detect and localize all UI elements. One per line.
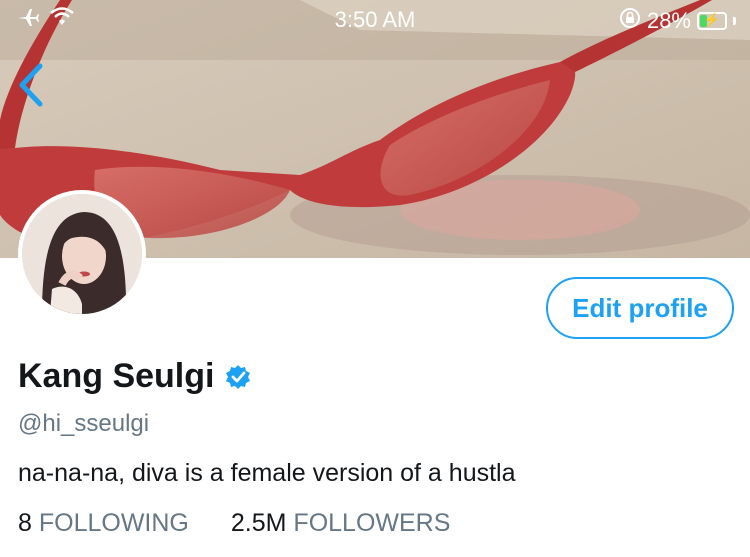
- followers-stat[interactable]: 2.5M FOLLOWERS: [231, 509, 451, 538]
- battery-percent: 28%: [646, 8, 691, 33]
- avatar-image: [22, 194, 142, 314]
- battery-icon: ⚡: [697, 12, 727, 30]
- profile-handle: @hi_sseulgi: [18, 410, 150, 437]
- orientation-lock-icon: [619, 7, 641, 35]
- back-button[interactable]: [14, 62, 50, 108]
- avatar[interactable]: [18, 190, 146, 318]
- battery-tip: [733, 17, 736, 25]
- profile-name-row: Kang Seulgi: [18, 357, 252, 396]
- chevron-left-icon: [19, 63, 43, 107]
- profile-name: Kang Seulgi: [18, 357, 215, 395]
- followers-count: 2.5M: [230, 509, 287, 537]
- following-count: 8: [18, 509, 32, 537]
- followers-label: FOLLOWERS: [293, 509, 451, 537]
- verified-badge-icon: [226, 364, 251, 389]
- status-bar: 3:50 AM 28% ⚡: [0, 0, 750, 40]
- profile-stats: 8 FOLLOWING 2.5M FOLLOWERS: [18, 509, 450, 538]
- edit-profile-button[interactable]: Edit profile: [546, 277, 734, 339]
- following-stat[interactable]: 8 FOLLOWING: [18, 509, 189, 538]
- charging-bolt-icon: ⚡: [703, 12, 721, 27]
- following-label: FOLLOWING: [38, 509, 189, 537]
- profile-bio: na-na-na, diva is a female version of a …: [18, 459, 516, 487]
